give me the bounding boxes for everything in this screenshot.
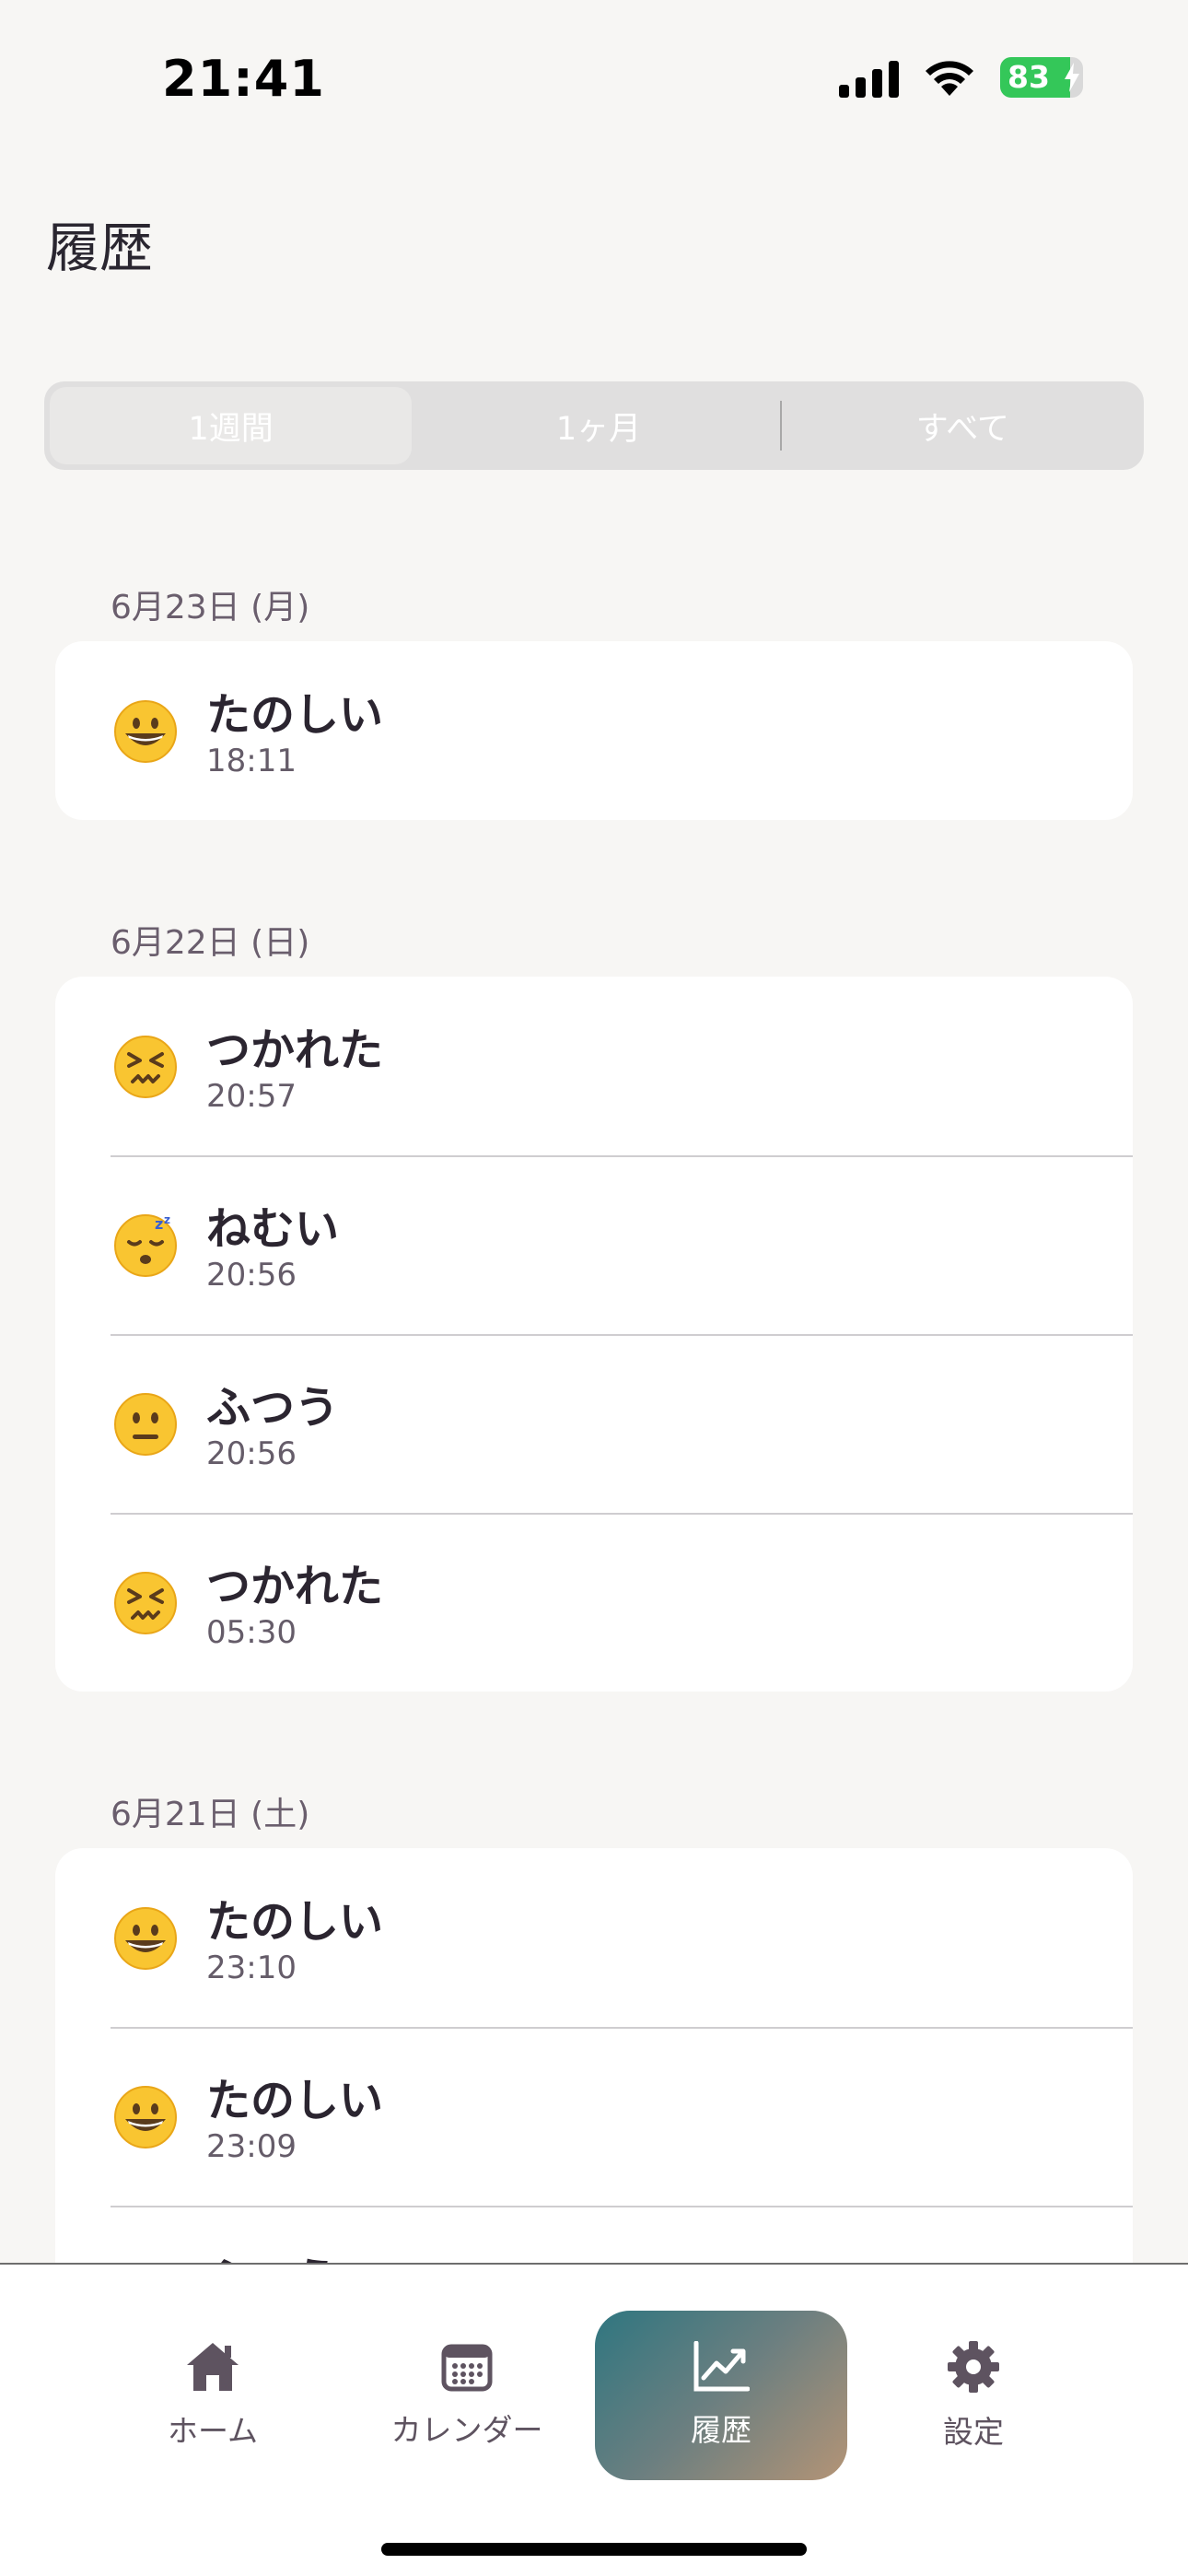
tab-settings[interactable]: 設定 — [847, 2311, 1100, 2480]
grinning-face-icon — [114, 700, 177, 763]
chart-line-icon — [693, 2341, 750, 2392]
svg-text:z: z — [164, 1214, 170, 1226]
entry-time: 05:30 — [206, 1614, 297, 1651]
section-date: 6月23日 (月) — [111, 589, 310, 626]
sleeping-face-icon: z z — [114, 1214, 177, 1277]
tab-home[interactable]: ホーム — [87, 2311, 339, 2480]
entry-time: 20:56 — [206, 1257, 297, 1294]
list-item[interactable]: z z ねむい 20:56 — [55, 1155, 1133, 1334]
history-screen: 21:41 83 履歴 1週間 1ヶ月 すべて 6月23日 (月) たのしい 1… — [0, 0, 1188, 2576]
mood-label: ふつう — [206, 1382, 340, 1434]
home-indicator[interactable] — [381, 2543, 807, 2556]
entry-card: たのしい 18:11 — [55, 641, 1133, 820]
segment-month[interactable]: 1ヶ月 — [417, 381, 779, 470]
tab-label: カレンダー — [390, 2412, 543, 2448]
wifi-icon — [926, 61, 973, 96]
section-date: 6月22日 (日) — [111, 924, 310, 962]
segment-all[interactable]: すべて — [782, 381, 1144, 470]
grinning-face-icon — [114, 2086, 177, 2149]
mood-label: ねむい — [206, 1203, 340, 1255]
list-item[interactable]: つかれた 05:30 — [55, 1513, 1133, 1692]
grinning-face-icon — [114, 1907, 177, 1970]
calendar-icon — [441, 2344, 493, 2392]
status-time: 21:41 — [162, 50, 325, 108]
svg-text:z: z — [155, 1215, 163, 1233]
confounded-face-icon — [114, 1572, 177, 1634]
list-item[interactable]: つかれた 20:57 — [55, 977, 1133, 1155]
mood-label: たのしい — [206, 2075, 384, 2126]
list-item[interactable]: たのしい 23:09 — [55, 2027, 1133, 2206]
tab-label: 履歴 — [691, 2412, 751, 2448]
battery-icon: 83 — [1000, 57, 1083, 98]
mood-label: たのしい — [206, 1896, 384, 1948]
entry-time: 23:10 — [206, 1950, 297, 1986]
mood-label: つかれた — [206, 1025, 384, 1076]
tab-bar: ホーム カレンダー 履歴 設定 — [0, 2263, 1188, 2576]
entry-time: 23:09 — [206, 2128, 297, 2165]
tab-label: ホーム — [167, 2413, 258, 2449]
section-date: 6月21日 (土) — [111, 1796, 310, 1833]
tab-calendar[interactable]: カレンダー — [341, 2311, 593, 2480]
gear-icon — [948, 2341, 999, 2393]
confounded-face-icon — [114, 1036, 177, 1098]
segment-week[interactable]: 1週間 — [50, 387, 413, 464]
entry-time: 20:56 — [206, 1435, 297, 1472]
mood-label: つかれた — [206, 1561, 384, 1612]
battery-level: 83 — [1007, 59, 1050, 95]
list-item[interactable]: たのしい 23:10 — [55, 1848, 1133, 2027]
period-segmented-control: 1週間 1ヶ月 すべて — [44, 381, 1144, 470]
cellular-signal-icon — [839, 57, 899, 98]
mood-label: たのしい — [206, 689, 384, 741]
entry-time: 20:57 — [206, 1078, 297, 1115]
status-icons: 83 — [839, 57, 1083, 98]
page-title: 履歴 — [46, 217, 154, 279]
home-icon — [187, 2343, 239, 2391]
list-item[interactable]: ふつう 20:56 — [55, 1334, 1133, 1513]
list-item[interactable]: たのしい 18:11 — [55, 641, 1133, 820]
neutral-face-icon — [114, 1393, 177, 1456]
entry-card: つかれた 20:57 z z ねむい 20:56 ふつう 20:56 つかれた … — [55, 977, 1133, 1692]
tab-label: 設定 — [943, 2414, 1004, 2450]
entry-time: 18:11 — [206, 743, 297, 779]
tab-history[interactable]: 履歴 — [595, 2311, 847, 2480]
